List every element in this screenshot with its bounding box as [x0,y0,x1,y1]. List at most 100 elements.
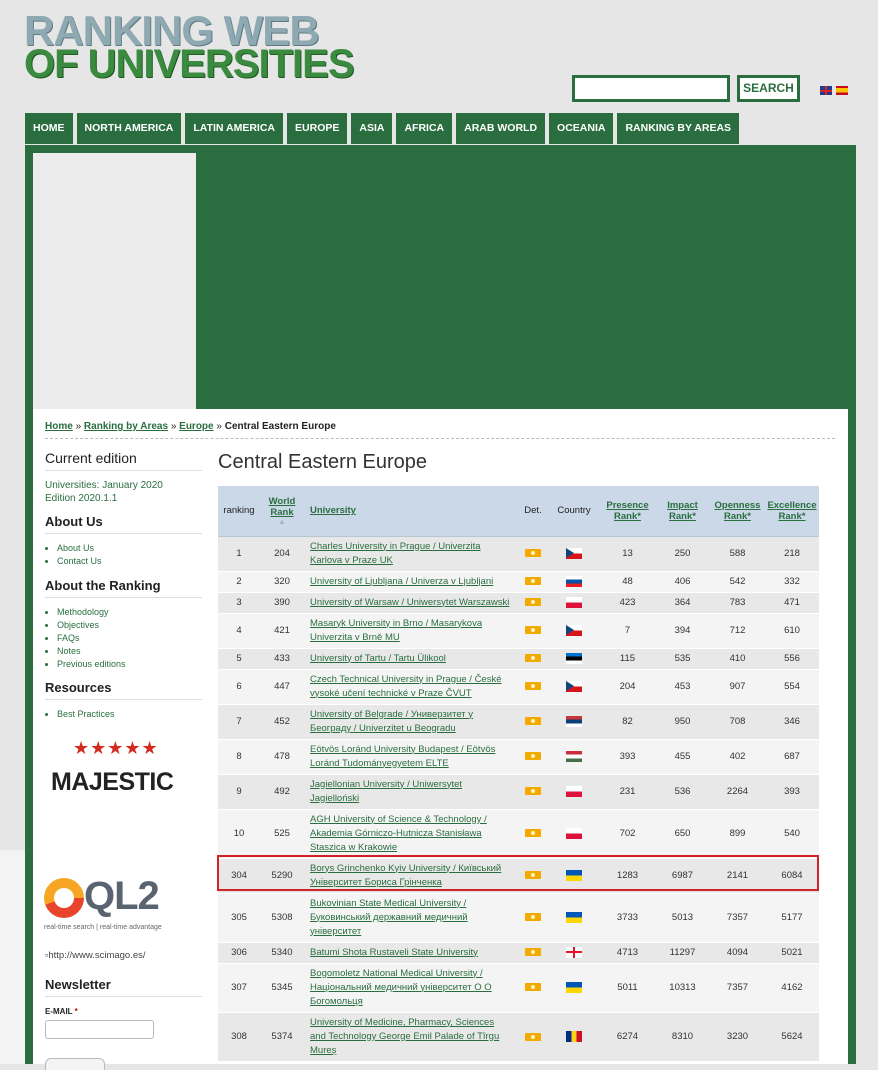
university-link[interactable]: University of Tartu / Tartu Ülikool [310,653,446,664]
header-label: Excellence [767,499,817,511]
faqs-link[interactable]: FAQs [57,633,80,643]
details-icon[interactable] [525,626,541,635]
country-flag-icon [566,869,582,881]
university-link[interactable]: Jagiellonian University / Uniwersytet Jag… [310,779,462,804]
scimago-image-link[interactable]: ▫http://www.scimago.es/ [45,950,146,961]
university-link[interactable]: Batumi Shota Rustaveli State University [310,947,478,958]
nav-oceania[interactable]: OCEANIA [549,113,614,144]
breadcrumb-ranking-by-areas[interactable]: Ranking by Areas [84,421,168,432]
sort-university-link[interactable]: University [310,505,356,516]
contact-us-link[interactable]: Contact Us [57,556,102,566]
details-icon[interactable] [525,549,541,558]
sort-world-rank-link[interactable]: World Rank [269,496,296,518]
details-icon[interactable] [525,1032,541,1041]
cell-excellence: 4162 [765,962,819,1012]
breadcrumb-europe[interactable]: Europe [179,421,213,432]
table-row: 304 5290 Borys Grinchenko Kyiv University … [218,857,819,893]
methodology-link[interactable]: Methodology [57,607,109,617]
sort-excellence-link[interactable]: Excellence Rank* [767,500,816,522]
university-name-line: Univerzita v Brně MU [310,631,400,643]
nav-europe[interactable]: EUROPE [287,113,348,144]
nav-home[interactable]: HOME [25,113,73,144]
objectives-link[interactable]: Objectives [57,620,99,630]
university-name-line: університет [310,925,362,937]
nav-latin-america[interactable]: LATIN AMERICA [185,113,284,144]
university-name-line: Borys Grinchenko Kyiv University / Київс… [310,862,502,874]
column-header-openness[interactable]: Openness Rank* [710,486,765,537]
details-icon[interactable] [525,913,541,922]
header-label: Rank* [724,510,751,522]
details-icon[interactable] [525,598,541,607]
university-link[interactable]: Eötvös Loránd University Budapest / Eötv… [310,744,495,769]
details-icon[interactable] [525,717,541,726]
details-icon[interactable] [525,682,541,691]
university-link[interactable]: Czech Technical University in Prague / Č… [310,674,502,699]
search-input[interactable] [572,75,730,102]
spanish-flag-icon[interactable] [836,86,848,95]
university-link[interactable]: Masaryk University in Brno / Masarykova U… [310,618,482,643]
cell-ranking: 308 [218,1011,260,1061]
cell-university: University of Warsaw / Uniwersytet Warsz… [304,591,518,613]
best-practices-link[interactable]: Best Practices [57,709,115,719]
university-link[interactable]: Bukovinian State Medical University / Бук… [310,898,468,937]
english-flag-icon[interactable] [820,86,832,95]
table-header-row: ranking World Rank ▲ University Det. Coun… [218,486,819,537]
cell-ranking: 5 [218,647,260,669]
nav-ranking-by-areas[interactable]: RANKING BY AREAS [617,113,740,144]
nav-arab-world[interactable]: ARAB WORLD [456,113,546,144]
cell-world-rank: 5345 [260,962,304,1012]
site-logo[interactable]: RANKING WEB OF UNIVERSITIES [24,10,364,85]
university-link[interactable]: University of Ljubljana / Univerza v Lju… [310,576,493,587]
cell-openness: 708 [710,703,765,739]
about-us-link[interactable]: About Us [57,543,94,553]
table-row: 9 492 Jagiellonian University / Uniwersyte… [218,773,819,809]
university-link[interactable]: University of Belgrade / Универзитет у Бе… [310,709,473,734]
column-header-excellence[interactable]: Excellence Rank* [765,486,819,537]
details-icon[interactable] [525,577,541,586]
details-icon[interactable] [525,829,541,838]
table-row: 5 433 University of Tartu / Tartu Ülikool 1… [218,647,819,669]
search-button[interactable]: SEARCH [737,75,800,102]
university-link[interactable]: Charles University in Prague / Univerzit… [310,541,481,566]
email-field[interactable] [45,1020,154,1039]
cell-det [518,591,548,613]
university-link[interactable]: AGH University of Science & Technology /… [310,814,487,853]
notes-link[interactable]: Notes [57,646,81,656]
details-icon[interactable] [525,752,541,761]
details-icon[interactable] [525,654,541,663]
university-name-line: Jagiellonian University / Uniwersytet [310,778,463,790]
cell-excellence: 218 [765,535,819,571]
column-header-presence[interactable]: Presence Rank* [600,486,655,537]
sort-openness-link[interactable]: Openness Rank* [715,500,761,522]
cell-presence: 5011 [600,962,655,1012]
cell-country [548,808,600,858]
cell-impact: 535 [655,647,710,669]
details-icon[interactable] [525,871,541,880]
details-icon[interactable] [525,983,541,992]
nav-north-america[interactable]: NORTH AMERICA [76,113,182,144]
sort-impact-link[interactable]: Impact Rank* [667,500,698,522]
details-icon[interactable] [525,787,541,796]
subscribe-button[interactable] [45,1058,105,1070]
breadcrumb-home[interactable]: Home [45,421,73,432]
university-name-line: Eötvös Loránd University Budapest / Eötv… [310,743,496,755]
nav-africa[interactable]: AFRICA [396,113,453,144]
nav-asia[interactable]: ASIA [351,113,393,144]
university-link[interactable]: University of Medicine, Pharmacy, Scienc… [310,1017,499,1056]
sort-presence-link[interactable]: Presence Rank* [606,500,648,522]
majestic-logo[interactable]: ★ ★ ★ ★ ★ MAJESTIC [51,738,191,803]
ql2-logo[interactable]: QL2 real-time search | real-time advanta… [44,874,194,936]
previous-editions-link[interactable]: Previous editions [57,659,126,669]
column-header-impact[interactable]: Impact Rank* [655,486,710,537]
list-item: About Us [57,542,202,555]
details-icon[interactable] [525,948,541,957]
cell-world-rank: 478 [260,738,304,774]
university-link[interactable]: University of Warsaw / Uniwersytet Warsz… [310,597,509,608]
ranking-table-body: 1 204 Charles University in Prague / Unive… [218,535,819,1061]
university-link[interactable]: Bogomoletz National Medical University /… [310,968,492,1007]
column-header-world-rank[interactable]: World Rank ▲ [260,486,304,537]
university-link[interactable]: Borys Grinchenko Kyiv University / Київс… [310,863,501,888]
cell-country [548,962,600,1012]
column-header-university[interactable]: University [304,486,518,537]
cell-openness: 2141 [710,857,765,893]
